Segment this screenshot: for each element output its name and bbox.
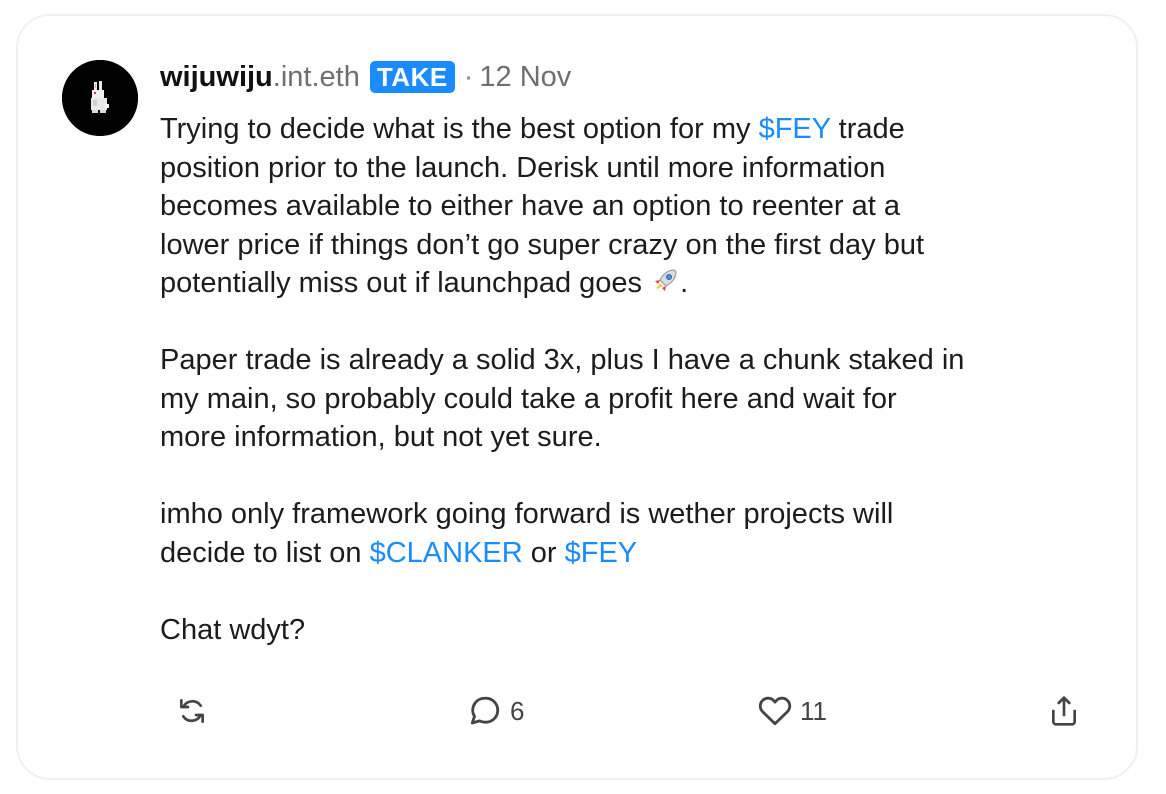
share-icon	[1052, 696, 1076, 726]
body-text: potentially miss out if launchpad goes	[160, 267, 651, 299]
pixel-rabbit-icon	[62, 60, 138, 136]
body-line: position prior to the launch. Derisk unt…	[160, 151, 886, 184]
post-header: wijuwiju .int.eth TAKE · 12 Nov	[160, 58, 571, 96]
share-button[interactable]	[1048, 686, 1080, 736]
avatar[interactable]	[62, 60, 138, 136]
body-line: more information, but not yet sure.	[160, 421, 602, 453]
cashtag-link[interactable]: $FEY	[565, 537, 638, 569]
body-line: decide to list on $CLANKER or $FEY	[160, 534, 1120, 573]
like-button[interactable]: 11	[758, 686, 827, 736]
post-card: wijuwiju .int.eth TAKE · 12 Nov Trying to…	[16, 14, 1138, 780]
author-username[interactable]: wijuwiju	[160, 61, 273, 94]
body-line: my main, so probably could take a profit…	[160, 382, 897, 415]
body-text: .	[680, 267, 689, 299]
like-count: 11	[800, 695, 827, 726]
reply-icon	[470, 696, 500, 725]
cashtag-link[interactable]: $CLANKER	[370, 537, 523, 569]
heart-icon	[758, 696, 792, 726]
body-line: Paper trade is already a solid 3x, plus …	[160, 344, 965, 376]
recast-button[interactable]	[176, 686, 208, 736]
post-body: Trying to decide what is the best option…	[160, 110, 1120, 649]
author-domain[interactable]: .int.eth	[273, 61, 360, 94]
body-line: lower price if things don’t go super cra…	[160, 228, 925, 261]
body-line: potentially miss out if launchpad goes .	[160, 264, 1120, 303]
reply-button[interactable]: 6	[468, 686, 524, 736]
header-separator: ·	[463, 60, 474, 93]
reply-count: 6	[510, 695, 525, 726]
post-date[interactable]: 12 Nov	[479, 61, 571, 94]
cashtag-link[interactable]: $FEY	[759, 113, 831, 145]
body-text: or	[522, 536, 565, 569]
body-text: decide to list on	[160, 536, 370, 569]
recast-icon	[180, 699, 204, 723]
body-text: Trying to decide what is the best option…	[160, 113, 759, 145]
body-line: Trying to decide what is the best option…	[160, 110, 1120, 149]
body-text: trade	[830, 113, 905, 145]
rocket-icon	[655, 269, 677, 291]
body-line: imho only framework going forward is wet…	[160, 498, 894, 530]
channel-badge[interactable]: TAKE	[369, 61, 455, 93]
post-actions: 6 11	[18, 686, 1136, 736]
body-line: becomes available to either have an opti…	[160, 190, 900, 222]
body-line: Chat wdyt?	[160, 613, 306, 646]
